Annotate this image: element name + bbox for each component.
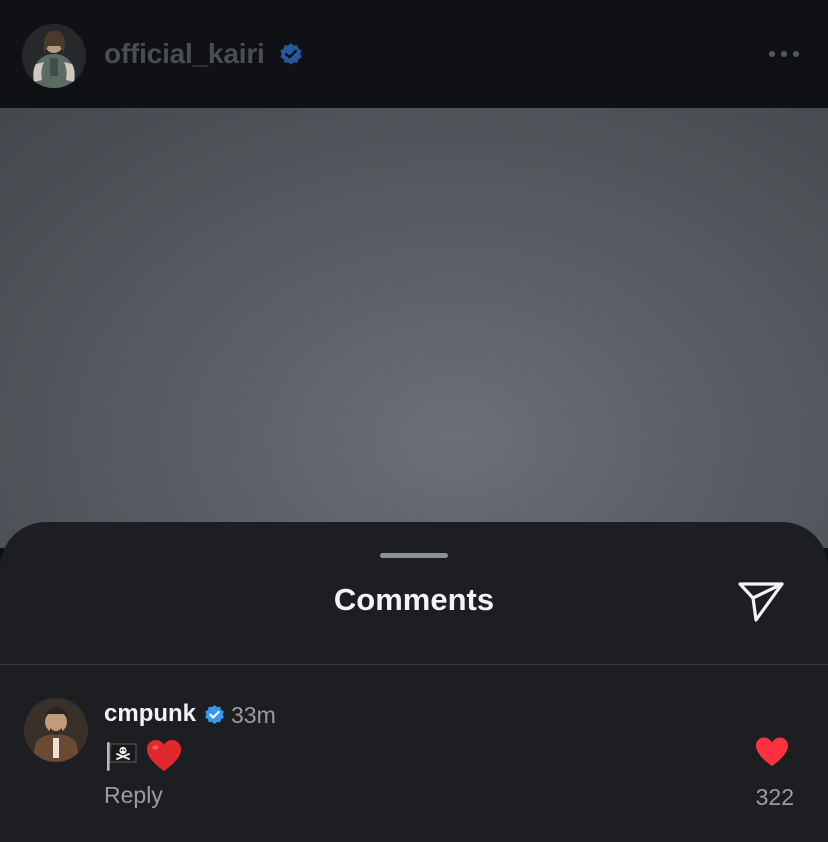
- red-heart-icon: [147, 740, 181, 771]
- verified-badge-icon: [205, 704, 224, 725]
- avatar[interactable]: [24, 698, 88, 762]
- sheet-divider: [0, 664, 828, 665]
- comment-text: [104, 734, 182, 778]
- comment-timestamp: 33m: [231, 702, 276, 728]
- heart-icon[interactable]: [754, 736, 790, 768]
- share-icon[interactable]: [736, 578, 786, 624]
- post-media[interactable]: [0, 108, 828, 548]
- verified-badge-icon: [280, 43, 302, 65]
- reply-button[interactable]: Reply: [104, 782, 163, 809]
- avatar[interactable]: [22, 24, 86, 88]
- comment-username[interactable]: cmpunk: [104, 700, 196, 728]
- more-options-icon[interactable]: [764, 44, 804, 64]
- comments-sheet: Comments cmpunk 33m Reply 322: [0, 522, 828, 842]
- post-header: official_kairi: [0, 0, 828, 108]
- like-count: 322: [755, 784, 794, 810]
- post-author-username[interactable]: official_kairi: [104, 38, 265, 70]
- sheet-title: Comments: [333, 582, 495, 617]
- sheet-drag-handle[interactable]: [380, 553, 448, 558]
- pirate-flag-icon: [107, 742, 137, 771]
